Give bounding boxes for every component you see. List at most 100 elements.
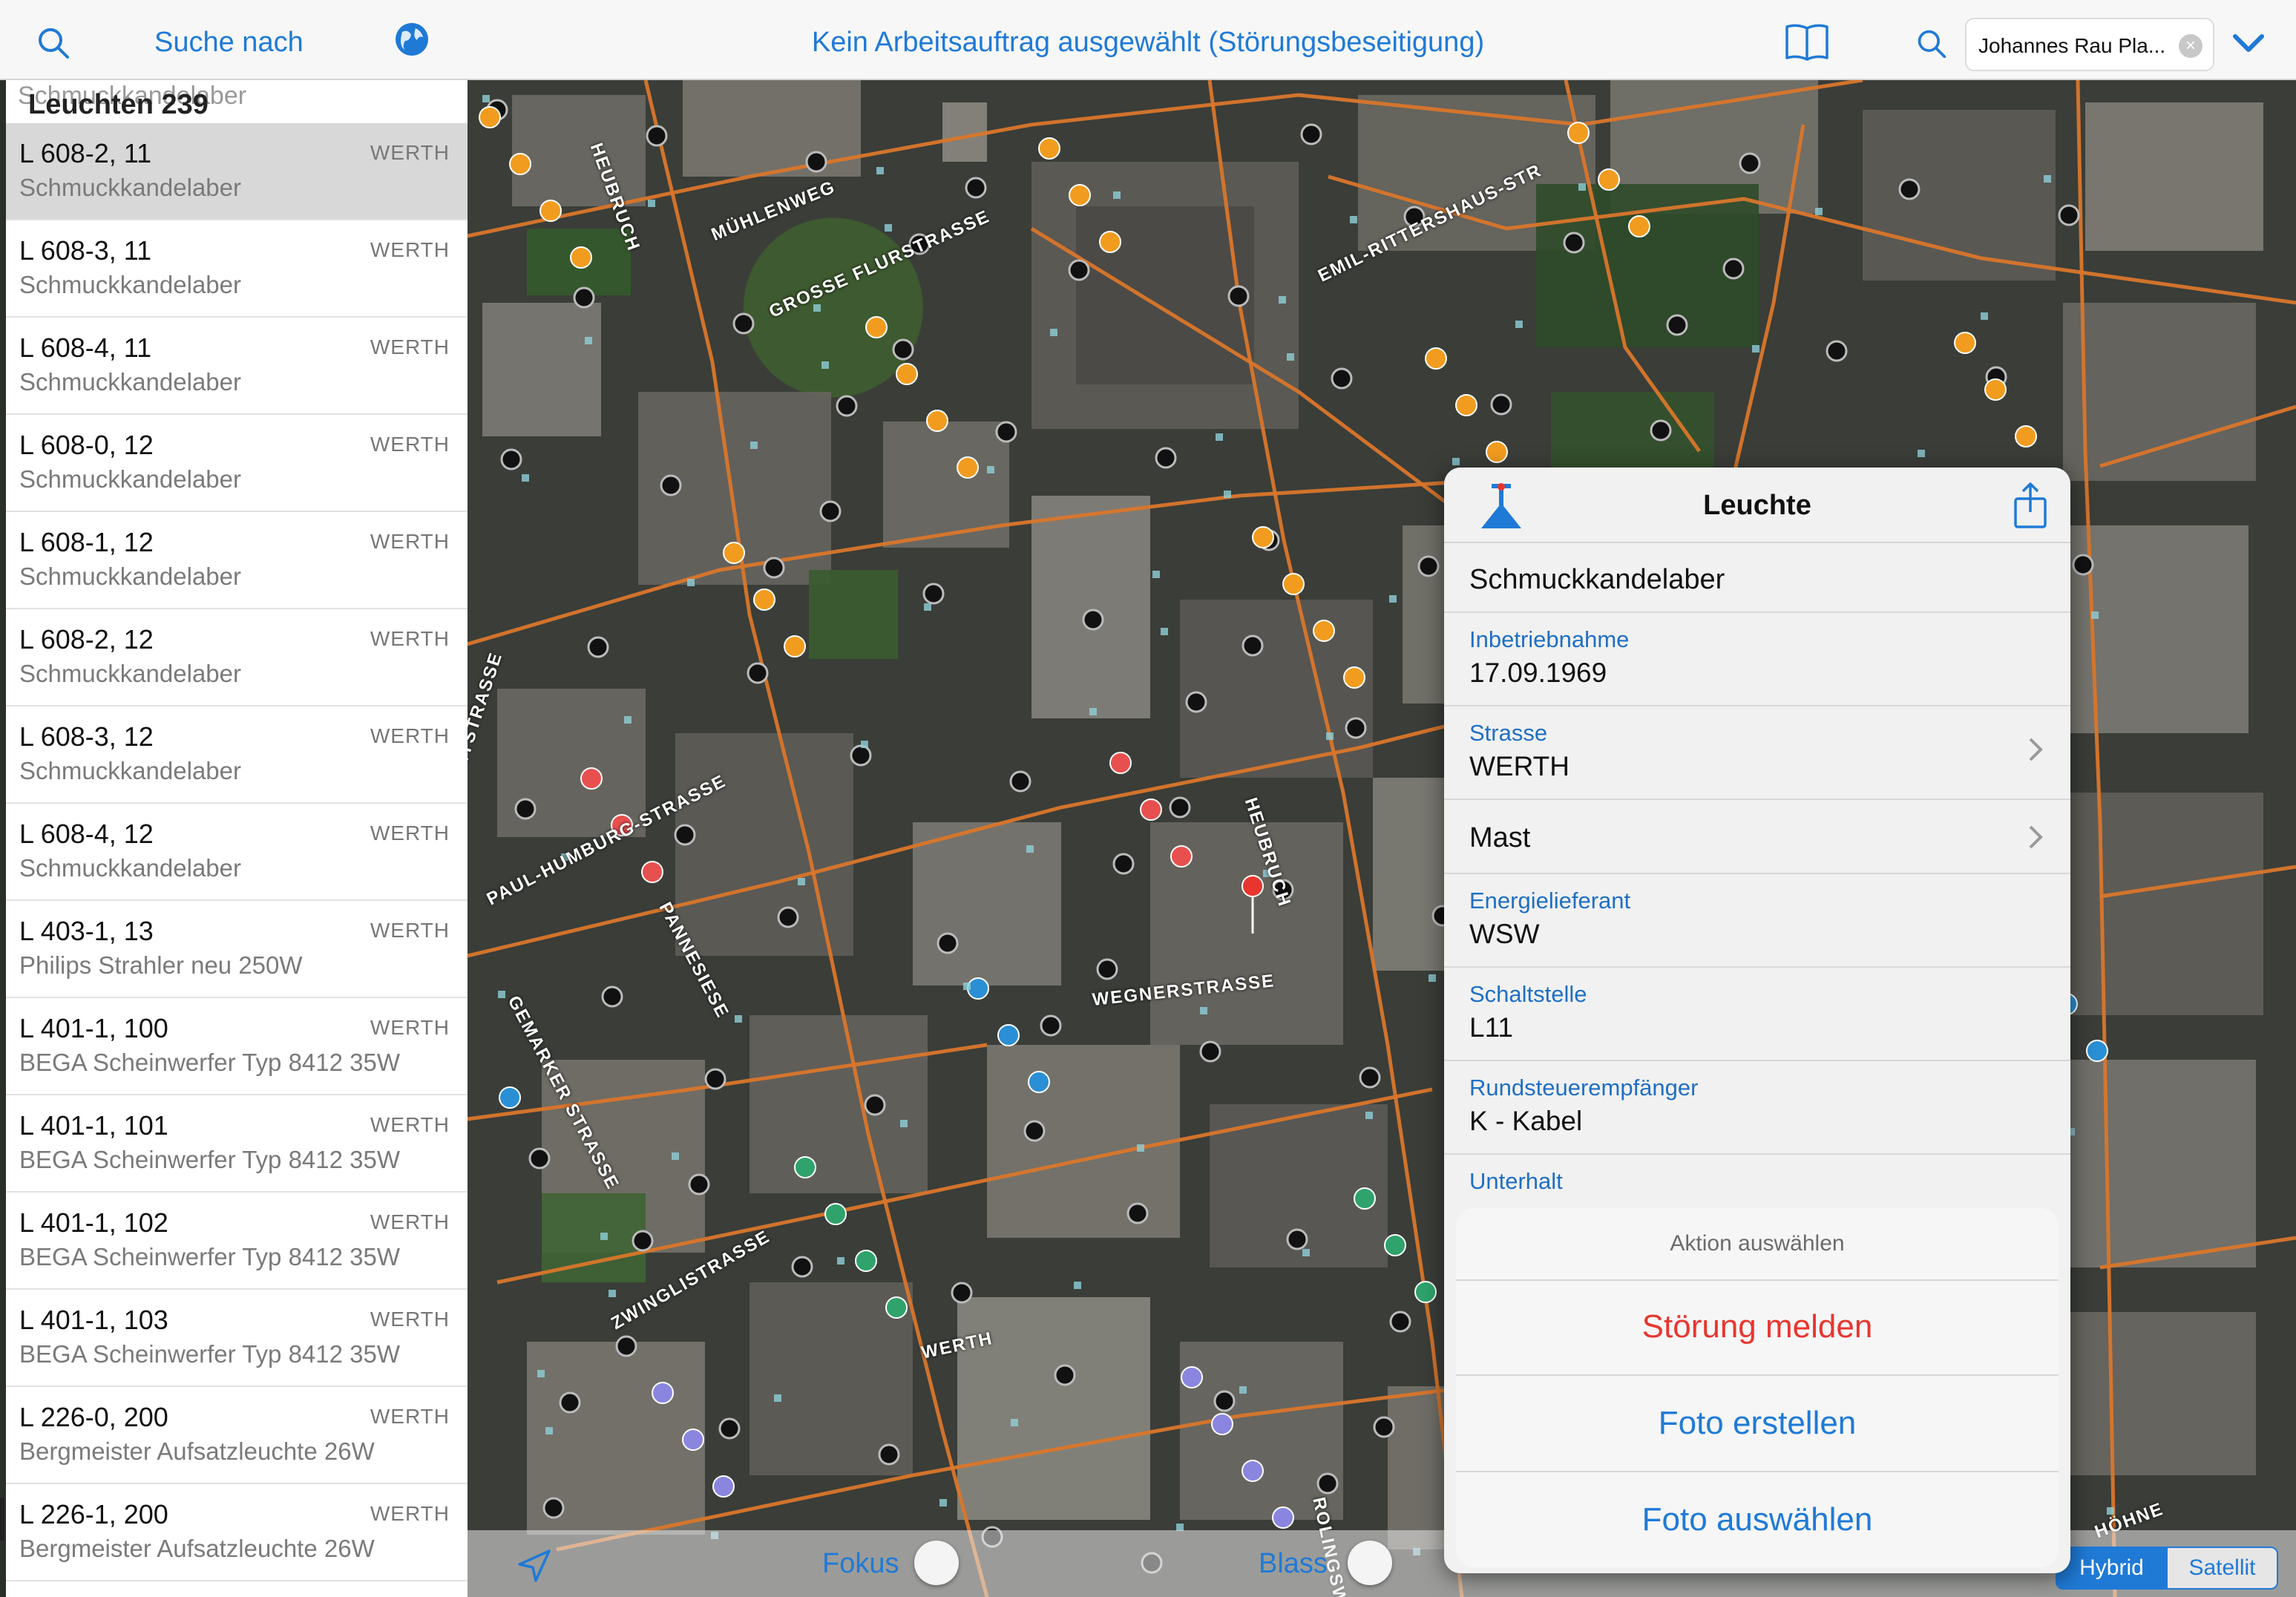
list-item[interactable]: L 608-1, 12 WERTH Schmuckkandelaber [6,512,468,609]
lamp-marker [646,125,668,147]
list-item[interactable]: L 608-4, 12 WERTH Schmuckkandelaber [6,804,468,901]
network-node [600,1233,608,1240]
network-node [798,878,805,885]
list-item[interactable]: L 226-0, 200 WERTH Bergmeister Aufsatzleuc… [6,1387,468,1484]
lamp-marker [1096,958,1118,980]
mast-label: Mast [1469,822,1531,853]
poi-marker [1343,666,1365,689]
lamp-marker [1082,609,1104,631]
lamp-street: WERTH [370,335,450,358]
lamp-marker [601,986,623,1008]
lamp-marker [1739,152,1761,174]
lamp-marker [559,1391,581,1414]
lamp-marker [1373,1416,1395,1438]
lamp-marker [1242,634,1264,657]
building-block [1076,206,1254,384]
lamp-marker [1126,1202,1149,1224]
map-type-satellit[interactable]: Satellit [2166,1548,2277,1588]
search-icon[interactable] [33,22,74,64]
list-item[interactable]: L 401-1, 101 WERTH BEGA Scheinwerfer Typ 8… [6,1095,468,1193]
network-node [987,466,994,473]
lamp-street: WERTH [370,724,450,747]
poi-marker [1038,137,1060,160]
address-search-field[interactable]: Johannes Rau Pla... × [1965,18,2214,71]
building-block [675,733,853,956]
network-node [924,603,931,611]
lamp-marker [1898,178,1921,200]
poi-marker [1099,231,1121,253]
book-icon[interactable] [1782,18,1831,67]
list-item[interactable]: L 226-1, 200 WERTH Bergmeister Aufsatzleuc… [6,1484,468,1581]
lamp-marker [1722,258,1745,280]
search-by-button[interactable]: Suche nach [154,27,304,59]
network-node [2091,611,2099,619]
search-icon[interactable] [1913,25,1950,62]
selected-pin-icon [1242,875,1264,897]
list-item[interactable]: L 608-0, 12 WERTH Schmuckkandelaber [6,415,468,512]
panel-title: Leuchte [1703,490,1811,521]
lamp-marker [704,1068,726,1090]
chevron-right-icon [2029,738,2043,761]
share-icon[interactable] [2010,481,2051,530]
network-node [537,1370,545,1377]
poi-marker [967,977,989,1000]
poi-marker [570,246,592,269]
list-item[interactable]: L 401-1, 102 WERTH BEGA Scheinwerfer Typ 8… [6,1193,468,1290]
lamp-marker [836,395,858,417]
network-node [1287,353,1294,361]
poi-marker [1028,1071,1050,1093]
lamp-marker [1490,393,1512,416]
poi-marker [1954,332,1976,354]
poi-marker [1628,215,1650,237]
lamp-marker [965,177,987,199]
fokus-toggle[interactable] [914,1541,959,1585]
lamp-list[interactable]: L 608-2, 11 WERTH Schmuckkandelaber L 608-3… [6,123,468,1581]
list-item[interactable]: L 608-3, 12 WERTH Schmuckkandelaber [6,706,468,804]
network-node [1918,450,1925,457]
list-item[interactable]: L 401-1, 100 WERTH BEGA Scheinwerfer Typ 8… [6,998,468,1095]
take-photo-button[interactable]: Foto erstellen [1456,1376,2059,1472]
lamp-street: WERTH [370,1405,450,1428]
location-arrow-icon[interactable] [515,1547,554,1585]
network-node [498,991,505,998]
poi-marker [824,1203,847,1225]
blass-toggle[interactable] [1348,1541,1392,1585]
poi-marker [997,1024,1020,1046]
list-item[interactable]: L 608-2, 11 WERTH Schmuckkandelaber [6,123,468,220]
lamp-marker [1112,853,1135,875]
poi-marker [794,1156,816,1178]
chevron-down-icon[interactable] [2228,22,2269,64]
clear-icon[interactable]: × [2179,34,2202,58]
globe-icon[interactable] [390,18,433,61]
poi-marker [1272,1506,1294,1529]
list-item[interactable]: L 403-1, 13 WERTH Philips Strahler neu 250… [6,901,468,998]
lamp-marker [1155,447,1177,469]
poi-marker [1211,1413,1233,1435]
list-item[interactable]: L 608-3, 11 WERTH Schmuckkandelaber [6,220,468,318]
list-item[interactable]: L 608-4, 11 WERTH Schmuckkandelaber [6,318,468,415]
energielieferant-label: Energielieferant [1469,888,1631,914]
top-navigation-bar: Suche nach Kein Arbeitsauftrag ausgewähl… [0,0,2296,80]
lamp-marker [922,583,945,605]
lamp-marker [1300,123,1322,145]
report-fault-button[interactable]: Störung melden [1456,1279,2059,1376]
network-node [1578,183,1586,191]
network-node [1113,191,1121,199]
schaltstelle-label: Schaltstelle [1469,981,1587,1007]
strasse-row[interactable]: Strasse WERTH [1444,706,2070,800]
network-node [648,200,655,207]
list-item[interactable]: L 608-2, 12 WERTH Schmuckkandelaber [6,609,468,706]
lamp-marker [819,500,842,522]
choose-photo-button[interactable]: Foto auswählen [1456,1472,2059,1567]
poi-marker [753,588,775,611]
lamp-marker [892,338,914,361]
list-item[interactable]: L 401-1, 103 WERTH BEGA Scheinwerfer Typ 8… [6,1290,468,1387]
mast-row[interactable]: Mast [1444,800,2070,874]
lamp-marker [660,474,682,496]
network-node [1350,216,1357,223]
poi-marker [855,1250,877,1272]
lamp-street: WERTH [370,1502,450,1525]
lamp-marker [1213,1390,1236,1412]
map-type-hybrid[interactable]: Hybrid [2057,1548,2166,1588]
lamp-marker [1826,340,1848,362]
